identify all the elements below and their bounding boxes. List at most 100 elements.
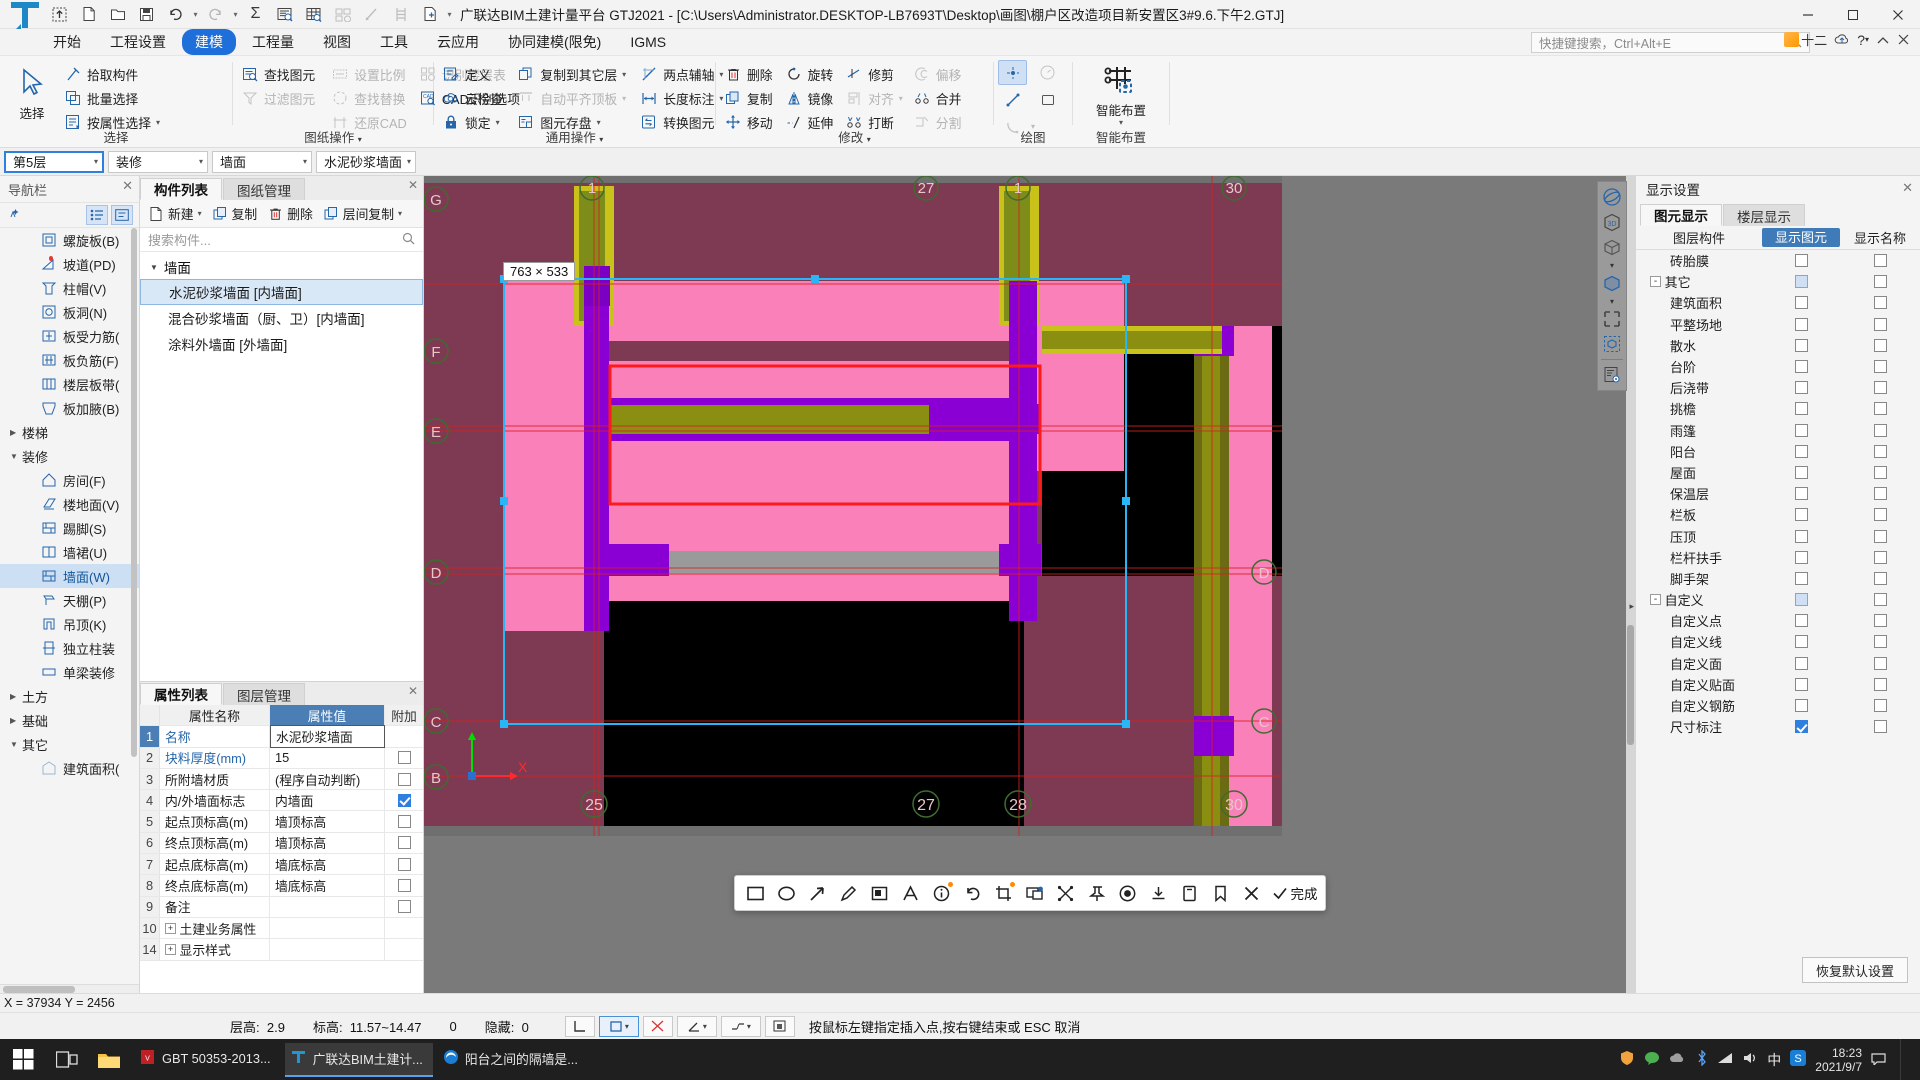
show-name-checkbox[interactable]: [1873, 444, 1887, 458]
detail-view-icon[interactable]: [111, 205, 133, 225]
display-row-show-name[interactable]: [1840, 529, 1920, 543]
property-row-value[interactable]: 内墙面: [270, 790, 385, 811]
show-name-checkbox[interactable]: [1873, 338, 1887, 352]
floor-selector[interactable]: 第5层 ▾: [4, 150, 104, 173]
display-row-show-element[interactable]: [1762, 465, 1840, 479]
shield-icon[interactable]: [1619, 1050, 1635, 1069]
show-element-checkbox[interactable]: [1794, 508, 1808, 522]
volume-icon[interactable]: [1742, 1051, 1758, 1068]
solid-cube-icon[interactable]: [1599, 271, 1625, 295]
property-row-10[interactable]: 14 + 显示样式: [140, 939, 423, 961]
property-attach-checkbox[interactable]: [397, 815, 411, 829]
shortcut-search-box[interactable]: 快捷键搜索，Ctrl+Alt+E: [1531, 32, 1810, 53]
show-element-checkbox[interactable]: [1794, 550, 1808, 564]
undo-caret-icon[interactable]: ▾: [191, 10, 200, 19]
property-attach-checkbox[interactable]: [397, 879, 411, 893]
gauge-button[interactable]: [1033, 60, 1062, 85]
display-row-show-name[interactable]: [1840, 254, 1920, 268]
display-row-show-name[interactable]: [1840, 593, 1920, 607]
highlight-tool-icon[interactable]: [866, 879, 894, 907]
taskbar-app-2[interactable]: 阳台之间的隔墙是...: [437, 1043, 588, 1077]
component-item-2[interactable]: 涂料外墙面 [外墙面]: [140, 331, 423, 357]
snap-icon[interactable]: ▾: [598, 1015, 639, 1037]
file-explorer-icon[interactable]: [88, 1039, 130, 1080]
nav-item-6[interactable]: 楼层板带(: [0, 372, 139, 396]
arrow-tool-icon[interactable]: [804, 879, 832, 907]
quick-access-toolbar[interactable]: ▾ ▾ Σ ▾: [46, 2, 454, 26]
show-element-checkbox[interactable]: [1794, 296, 1808, 310]
property-row-value[interactable]: (程序自动判断): [270, 768, 385, 790]
display-row-show-name[interactable]: [1840, 508, 1920, 522]
length-dimension-button[interactable]: 长度标注 ▾: [636, 87, 727, 110]
property-row-9[interactable]: 10 + 土建业务属性: [140, 917, 423, 940]
display-row-5[interactable]: 台阶: [1636, 356, 1920, 377]
chevron-down-icon[interactable]: ▾: [597, 118, 601, 127]
collapse-icon[interactable]: -: [1650, 594, 1661, 606]
ime-cn-icon[interactable]: 中: [1767, 1050, 1781, 1070]
delete-button[interactable]: 删除: [720, 63, 777, 86]
display-row-show-element[interactable]: [1762, 508, 1840, 522]
show-name-checkbox[interactable]: [1873, 402, 1887, 416]
nav-item-21[interactable]: ▼ 其它: [0, 732, 139, 756]
nav-item-7[interactable]: 板加腋(B): [0, 396, 139, 420]
show-element-checkbox[interactable]: [1794, 529, 1808, 543]
property-row-value[interactable]: 墙顶标高: [270, 832, 385, 854]
collapse-icon[interactable]: -: [1650, 276, 1661, 288]
show-element-checkbox[interactable]: [1794, 360, 1808, 374]
close-icon[interactable]: ✕: [122, 178, 133, 194]
nav-item-13[interactable]: 墙裙(U): [0, 540, 139, 564]
chevron-right-icon[interactable]: ▶: [10, 428, 22, 437]
display-row-show-name[interactable]: [1840, 444, 1920, 458]
qat-overflow-caret-icon[interactable]: ▾: [445, 10, 454, 19]
property-row-6[interactable]: 7 起点底标高(m) 墙底标高: [140, 854, 423, 876]
select-tool-button[interactable]: 选择: [4, 61, 60, 122]
tab-property-list[interactable]: 属性列表: [140, 683, 222, 705]
copy-button[interactable]: 复制: [720, 87, 777, 110]
tab-layer-manage[interactable]: 图层管理: [223, 683, 305, 705]
orbit-icon[interactable]: [1599, 185, 1625, 209]
upload-cloud-icon[interactable]: [1834, 33, 1850, 47]
show-name-checkbox[interactable]: [1873, 635, 1887, 649]
batch-select-button[interactable]: 批量选择: [60, 87, 164, 110]
display-row-show-name[interactable]: [1840, 550, 1920, 564]
property-attach-checkbox[interactable]: [397, 836, 411, 850]
pin-tool-icon[interactable]: [1083, 879, 1111, 907]
table-search-icon[interactable]: [300, 2, 327, 26]
display-row-6[interactable]: 后浇带: [1636, 377, 1920, 398]
property-row-value[interactable]: 15: [270, 747, 385, 768]
mirror-button[interactable]: 镜像: [781, 87, 838, 110]
canvas-scroll-arrow-icon[interactable]: ▸: [1629, 601, 1634, 612]
property-row-0[interactable]: 1 名称 水泥砂浆墙面: [140, 725, 423, 748]
component-list[interactable]: ▼ 墙面 水泥砂浆墙面 [内墙面] 混合砂浆墙面（厨、卫）[内墙面] 涂料外墙面…: [140, 252, 423, 681]
display-row-show-element[interactable]: [1762, 699, 1840, 713]
display-row-16[interactable]: - 自定义: [1636, 589, 1920, 610]
display-row-show-element[interactable]: [1762, 381, 1840, 395]
nav-item-9[interactable]: ▼ 装修: [0, 444, 139, 468]
rotate-button[interactable]: 旋转: [781, 63, 838, 86]
chevron-down-icon[interactable]: ▾: [496, 118, 500, 127]
menu-item-3[interactable]: 工程量: [239, 29, 307, 55]
display-row-19[interactable]: 自定义面: [1636, 653, 1920, 674]
ortho-icon[interactable]: [564, 1015, 595, 1037]
report-search-icon[interactable]: [271, 2, 298, 26]
display-row-show-element[interactable]: [1762, 550, 1840, 564]
display-row-show-element[interactable]: [1762, 635, 1840, 649]
show-name-checkbox[interactable]: [1873, 296, 1887, 310]
copy-tool-icon[interactable]: [1176, 879, 1204, 907]
ladder-icon[interactable]: [387, 2, 414, 26]
show-element-checkbox[interactable]: [1794, 381, 1808, 395]
magnet-icon[interactable]: [764, 1015, 795, 1037]
display-row-show-element[interactable]: [1762, 656, 1840, 670]
menu-item-1[interactable]: 工程设置: [97, 29, 179, 55]
find-element-button[interactable]: 查找图元: [237, 63, 319, 86]
undo-tool-icon[interactable]: [959, 879, 987, 907]
notification-icon[interactable]: [1871, 1051, 1886, 1068]
show-name-checkbox[interactable]: [1873, 571, 1887, 585]
expand-icon[interactable]: +: [165, 922, 176, 934]
property-row-value[interactable]: [270, 896, 385, 917]
display-row-2[interactable]: 建筑面积: [1636, 292, 1920, 313]
nav-item-18[interactable]: 单梁装修: [0, 660, 139, 684]
element-selector[interactable]: 水泥砂浆墙面 ▾: [316, 150, 416, 173]
download-tool-icon[interactable]: [1145, 879, 1173, 907]
number-tool-icon[interactable]: [928, 879, 956, 907]
